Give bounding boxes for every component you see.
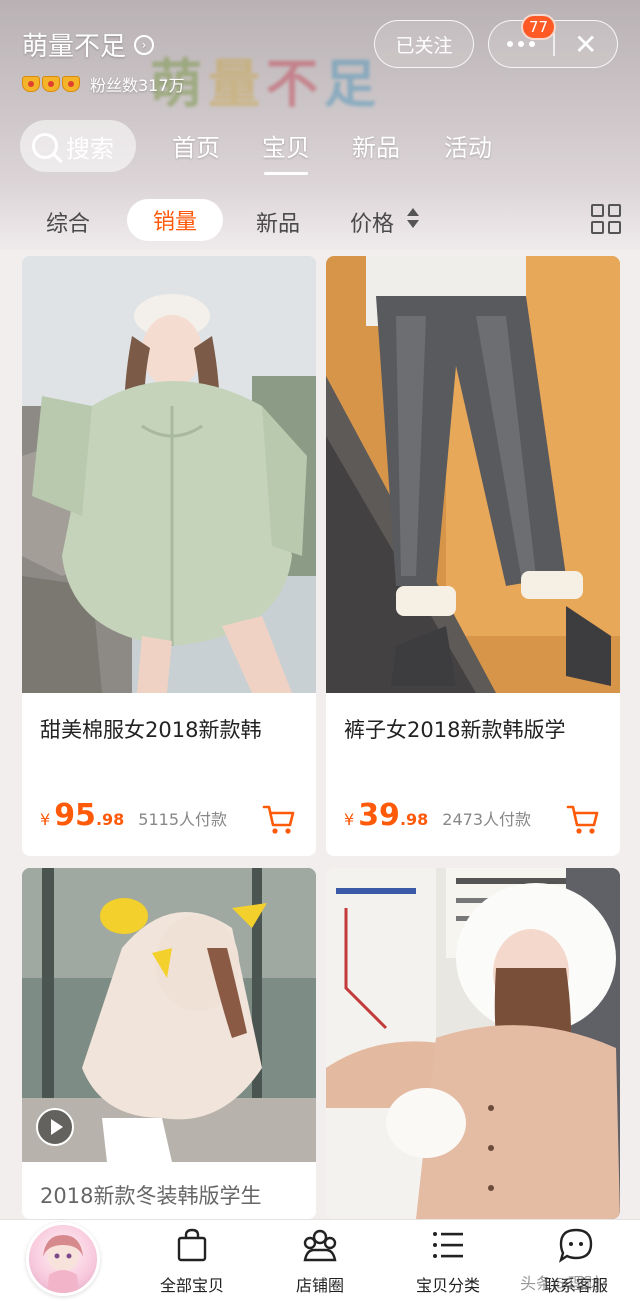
grid-view-icon[interactable] [591,204,621,234]
chevron-right-icon: › [134,34,155,55]
sort-price[interactable]: 价格 [350,206,394,238]
store-name[interactable]: 萌量不足 › [22,26,155,63]
group-icon [303,1229,337,1262]
product-card[interactable] [326,868,620,1219]
bottom-tab-all-products[interactable]: 全部宝贝 [132,1226,252,1296]
product-title: 2018新款冬装韩版学生 [40,1184,262,1208]
follow-button[interactable]: 已关注 [374,20,474,68]
product-image [326,868,620,1219]
crown-rank-icons [22,76,80,92]
crown-icon [62,76,80,92]
search-icon [32,133,58,159]
sold-count: 2473人付款 [442,810,532,829]
product-title: 甜美棉服女2018新款韩 [40,718,262,742]
product-price: ¥ 39 .98 2473人付款 [344,798,532,833]
sold-count: 5115人付款 [138,810,228,829]
product-image [326,256,620,693]
tab-home[interactable]: 首页 [172,128,220,163]
close-icon[interactable]: ✕ [555,21,618,67]
crown-icon [22,76,40,92]
play-video-icon[interactable] [36,1108,74,1146]
product-card[interactable]: 甜美棉服女2018新款韩 ¥ 95 .98 5115人付款 [22,256,316,856]
product-price: ¥ 95 .98 5115人付款 [40,798,228,833]
store-avatar[interactable] [26,1222,100,1296]
follower-count: 粉丝数317万 [90,76,185,95]
sort-arrows-icon [407,206,419,234]
list-icon [433,1232,463,1258]
sort-new[interactable]: 新品 [256,206,300,238]
cart-icon[interactable] [566,804,600,836]
crown-icon [42,76,60,92]
tab-activity[interactable]: 活动 [444,128,492,163]
shopping-bag-icon [177,1228,207,1262]
product-card[interactable]: 2018新款冬装韩版学生 [22,868,316,1219]
sort-sales[interactable]: 销量 [127,199,223,241]
product-card[interactable]: 裤子女2018新款韩版学 ¥ 39 .98 2473人付款 [326,256,620,856]
watermark: 头条@理财 [520,1274,601,1293]
bottom-tab-categories[interactable]: 宝贝分类 [388,1226,508,1296]
tab-new[interactable]: 新品 [352,128,400,163]
tab-products[interactable]: 宝贝 [262,128,310,175]
product-title: 裤子女2018新款韩版学 [344,718,566,742]
bottom-tab-store-circle[interactable]: 店铺圈 [260,1226,380,1296]
product-image [22,256,316,693]
search-button[interactable]: 搜索 [20,120,136,172]
store-meta: 粉丝数317万 [22,72,185,96]
notification-badge: 77 [521,14,557,40]
cart-icon[interactable] [262,804,296,836]
chat-bubble-icon [558,1228,593,1263]
sort-comprehensive[interactable]: 综合 [46,206,90,238]
